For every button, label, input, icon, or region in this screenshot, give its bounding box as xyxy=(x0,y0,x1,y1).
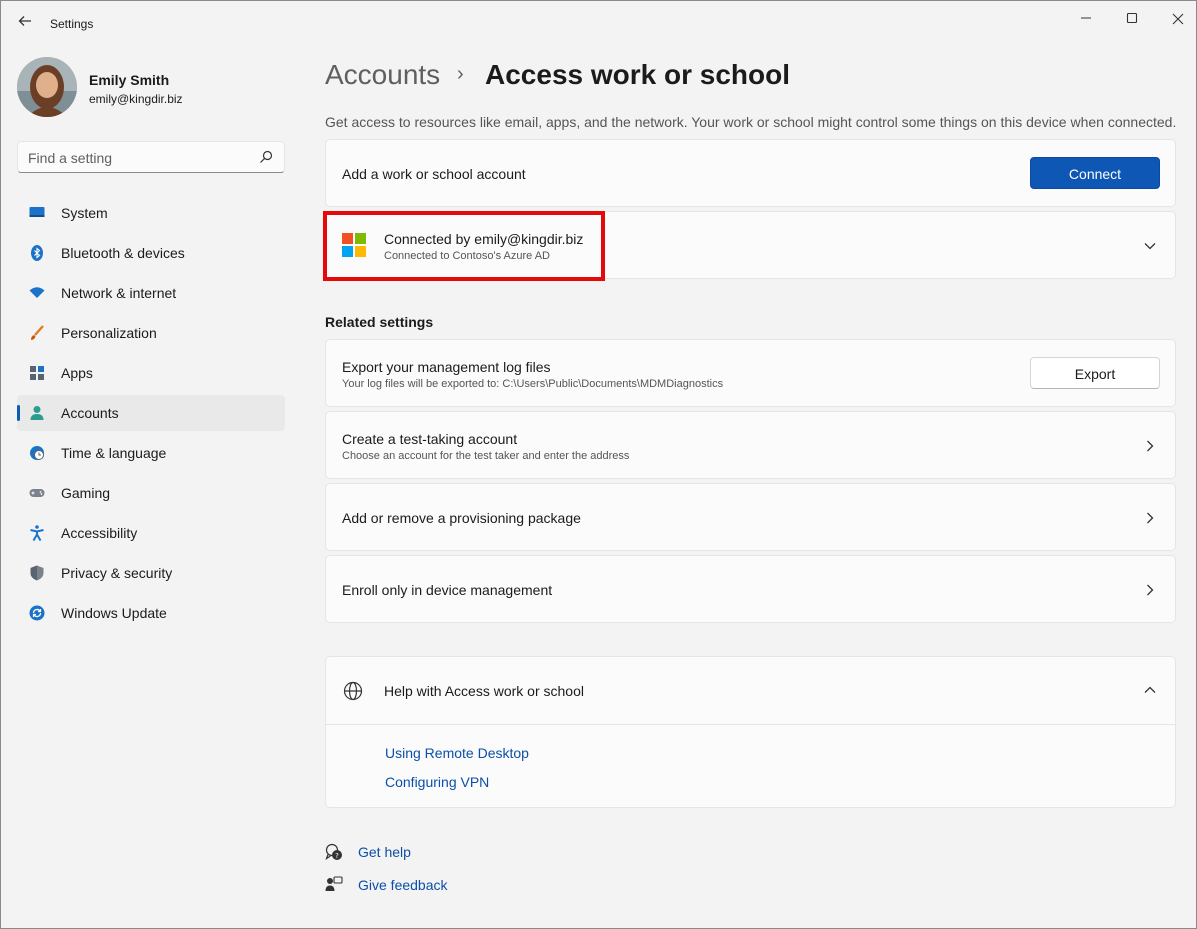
brush-icon xyxy=(29,325,45,341)
export-button[interactable]: Export xyxy=(1030,357,1160,389)
test-taking-account-card[interactable]: Create a test-taking account Choose an a… xyxy=(325,411,1176,479)
sidebar-item-label: Gaming xyxy=(61,485,111,501)
person-icon xyxy=(29,405,45,421)
gamepad-icon xyxy=(29,485,45,501)
apps-icon xyxy=(29,365,45,381)
bluetooth-icon xyxy=(29,245,45,261)
close-button[interactable] xyxy=(1167,9,1189,29)
minimize-button[interactable] xyxy=(1075,9,1097,29)
chevron-right-icon xyxy=(1143,583,1157,597)
globe-icon xyxy=(343,681,363,701)
window-title: Settings xyxy=(50,17,94,31)
sidebar-nav: System Bluetooth & devices Network & int… xyxy=(17,195,285,635)
wifi-icon xyxy=(29,285,45,301)
sidebar-item-label: Accessibility xyxy=(61,525,138,541)
update-icon xyxy=(29,605,45,621)
sidebar-item-system[interactable]: System xyxy=(17,195,285,231)
sidebar-item-windows-update[interactable]: Windows Update xyxy=(17,595,285,631)
title-bar: Settings xyxy=(1,1,1196,47)
chevron-down-icon[interactable] xyxy=(1143,239,1157,253)
add-account-title: Add a work or school account xyxy=(342,166,526,182)
search-placeholder: Find a setting xyxy=(28,150,113,166)
sidebar-item-apps[interactable]: Apps xyxy=(17,355,285,391)
sidebar-item-bluetooth[interactable]: Bluetooth & devices xyxy=(17,235,285,271)
sidebar-item-label: Time & language xyxy=(61,445,167,461)
sidebar-item-label: Accounts xyxy=(61,405,119,421)
sidebar-item-label: Personalization xyxy=(61,325,157,341)
accessibility-icon xyxy=(29,525,45,542)
sidebar-item-network[interactable]: Network & internet xyxy=(17,275,285,311)
connect-button[interactable]: Connect xyxy=(1030,157,1160,189)
search-input[interactable]: Find a setting xyxy=(17,141,285,173)
sidebar-item-personalization[interactable]: Personalization xyxy=(17,315,285,351)
provisioning-title: Add or remove a provisioning package xyxy=(342,510,581,526)
sidebar-item-label: Privacy & security xyxy=(61,565,173,581)
feedback-icon xyxy=(325,876,343,894)
maximize-button[interactable] xyxy=(1121,9,1143,29)
shield-icon xyxy=(29,565,45,581)
breadcrumb-separator: › xyxy=(457,63,464,85)
test-taking-title: Create a test-taking account xyxy=(342,431,518,447)
back-arrow-icon[interactable] xyxy=(15,13,35,33)
clock-globe-icon xyxy=(29,445,45,461)
provisioning-package-card[interactable]: Add or remove a provisioning package xyxy=(325,483,1176,551)
sidebar-item-accounts[interactable]: Accounts xyxy=(17,395,285,431)
export-logs-title: Export your management log files xyxy=(342,359,551,375)
help-links: Using Remote Desktop Configuring VPN xyxy=(326,724,1175,809)
export-logs-card: Export your management log files Your lo… xyxy=(325,339,1176,407)
help-card: Help with Access work or school Using Re… xyxy=(325,656,1176,808)
enroll-title: Enroll only in device management xyxy=(342,582,553,598)
breadcrumb-parent[interactable]: Accounts xyxy=(325,59,440,91)
add-account-card: Add a work or school account Connect xyxy=(325,139,1176,207)
sidebar-item-time-language[interactable]: Time & language xyxy=(17,435,285,471)
sidebar-item-label: Bluetooth & devices xyxy=(61,245,185,261)
sidebar-item-privacy-security[interactable]: Privacy & security xyxy=(17,555,285,591)
get-help-icon: ? xyxy=(325,843,343,861)
test-taking-subtitle: Choose an account for the test taker and… xyxy=(342,450,630,462)
sidebar-item-gaming[interactable]: Gaming xyxy=(17,475,285,511)
chevron-up-icon[interactable] xyxy=(1143,683,1157,697)
help-title[interactable]: Help with Access work or school xyxy=(384,683,584,699)
sidebar-item-label: Apps xyxy=(61,365,93,381)
page-description: Get access to resources like email, apps… xyxy=(325,114,1177,130)
chevron-right-icon xyxy=(1143,511,1157,525)
sidebar-item-accessibility[interactable]: Accessibility xyxy=(17,515,285,551)
user-name: Emily Smith xyxy=(89,72,170,88)
chevron-right-icon xyxy=(1143,439,1157,453)
sidebar-item-label: System xyxy=(61,205,108,221)
sidebar-item-label: Windows Update xyxy=(61,605,167,621)
sidebar-item-label: Network & internet xyxy=(61,285,177,301)
help-link-vpn[interactable]: Configuring VPN xyxy=(385,774,489,790)
svg-text:?: ? xyxy=(335,852,339,860)
search-icon[interactable] xyxy=(258,149,274,165)
help-link-remote-desktop[interactable]: Using Remote Desktop xyxy=(385,745,529,761)
related-settings-heading: Related settings xyxy=(325,314,434,330)
page-title: Access work or school xyxy=(485,59,791,90)
avatar[interactable] xyxy=(17,57,77,117)
give-feedback-link[interactable]: Give feedback xyxy=(358,877,448,893)
export-logs-subtitle: Your log files will be exported to: C:\U… xyxy=(342,378,724,390)
highlight-box xyxy=(323,211,605,281)
enroll-device-management-card[interactable]: Enroll only in device management xyxy=(325,555,1176,623)
get-help-link[interactable]: Get help xyxy=(358,844,411,860)
user-email: emily@kingdir.biz xyxy=(89,92,183,106)
system-icon xyxy=(29,205,45,221)
